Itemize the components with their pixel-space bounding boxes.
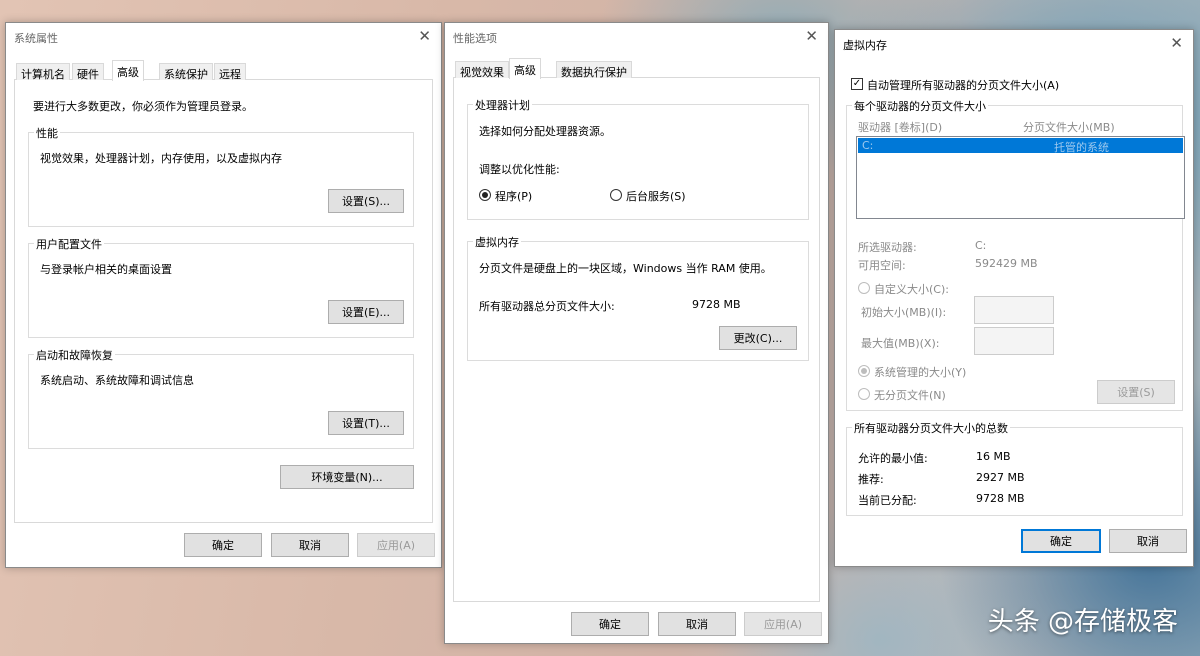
close-icon[interactable]: ✕: [805, 27, 818, 45]
currently-allocated-value: 9728 MB: [976, 492, 1025, 505]
processor-scheduling-label: 处理器计划: [473, 97, 532, 113]
performance-label: 性能: [34, 125, 60, 141]
startup-recovery-settings-button[interactable]: 设置(T)...: [328, 411, 404, 435]
col-size-header: 分页文件大小(MB): [1023, 121, 1115, 134]
startup-recovery-group: 启动和故障恢复 系统启动、系统故障和调试信息 设置(T)...: [28, 347, 414, 449]
tab-visual-effects[interactable]: 视觉效果: [455, 61, 509, 79]
ok-button[interactable]: 确定: [184, 533, 262, 557]
admin-notice: 要进行大多数更改，你必须作为管理员登录。: [33, 100, 253, 113]
cancel-button[interactable]: 取消: [658, 612, 736, 636]
background-services-radio-label[interactable]: 后台服务(S): [626, 188, 686, 204]
title-bar[interactable]: 系统属性 ✕: [6, 23, 441, 51]
performance-desc: 视觉效果，处理器计划，内存使用，以及虚拟内存: [40, 152, 282, 165]
startup-recovery-desc: 系统启动、系统故障和调试信息: [40, 374, 194, 387]
initial-size-label: 初始大小(MB)(I):: [861, 306, 947, 319]
window-title: 虚拟内存: [843, 39, 887, 52]
cancel-button[interactable]: 取消: [1109, 529, 1187, 553]
free-space-value: 592429 MB: [975, 257, 1038, 270]
recommended-label: 推荐:: [858, 473, 884, 486]
adjust-for-label: 调整以优化性能:: [479, 163, 560, 176]
performance-options-window: 性能选项 ✕ 视觉效果 高级 数据执行保护 处理器计划 选择如何分配处理器资源。…: [444, 22, 829, 644]
no-paging-file-label[interactable]: 无分页文件(N): [874, 387, 946, 403]
drive-list-row[interactable]: C: 托管的系统: [858, 138, 1183, 154]
advanced-tab-panel: 要进行大多数更改，你必须作为管理员登录。 性能 视觉效果，处理器计划，内存使用，…: [14, 80, 433, 523]
cancel-button[interactable]: 取消: [271, 533, 349, 557]
total-paging-size-value: 9728 MB: [692, 298, 741, 311]
programs-radio[interactable]: [479, 189, 491, 201]
user-profile-desc: 与登录帐户相关的桌面设置: [40, 263, 172, 276]
virtual-memory-group: 虚拟内存 分页文件是硬盘上的一块区域，Windows 当作 RAM 使用。 所有…: [467, 234, 809, 361]
min-allowed-value: 16 MB: [976, 450, 1011, 463]
tab-strip: 计算机名 硬件 高级 系统保护 远程: [14, 60, 433, 81]
recommended-value: 2927 MB: [976, 471, 1025, 484]
title-bar[interactable]: 性能选项 ✕: [445, 23, 828, 51]
close-icon[interactable]: ✕: [418, 27, 431, 45]
ok-button[interactable]: 确定: [1021, 529, 1101, 553]
title-bar[interactable]: 虚拟内存 ✕: [835, 30, 1193, 58]
tab-data-execution-prevention[interactable]: 数据执行保护: [556, 61, 632, 79]
virtual-memory-window: 虚拟内存 ✕ ✓ 自动管理所有驱动器的分页文件大小(A) 每个驱动器的分页文件大…: [834, 29, 1194, 567]
per-drive-label: 每个驱动器的分页文件大小: [852, 98, 988, 114]
custom-size-label[interactable]: 自定义大小(C):: [874, 281, 949, 297]
processor-scheduling-desc: 选择如何分配处理器资源。: [479, 125, 611, 138]
performance-group: 性能 视觉效果，处理器计划，内存使用，以及虚拟内存 设置(S)...: [28, 125, 414, 227]
background-services-radio[interactable]: [610, 189, 622, 201]
tab-hardware[interactable]: 硬件: [72, 63, 104, 81]
initial-size-input[interactable]: [974, 296, 1054, 324]
virtual-memory-desc: 分页文件是硬盘上的一块区域，Windows 当作 RAM 使用。: [479, 262, 772, 275]
max-size-label: 最大值(MB)(X):: [861, 337, 940, 350]
tab-strip: 视觉效果 高级 数据执行保护: [453, 58, 820, 79]
drive-paging-size: 托管的系统: [1054, 141, 1109, 154]
selected-drive-value: C:: [975, 239, 987, 252]
tab-advanced[interactable]: 高级: [509, 58, 541, 79]
total-paging-group: 所有驱动器分页文件大小的总数 允许的最小值: 16 MB 推荐: 2927 MB…: [846, 420, 1183, 516]
currently-allocated-label: 当前已分配:: [858, 494, 917, 507]
tab-advanced[interactable]: 高级: [112, 60, 144, 81]
system-managed-label[interactable]: 系统管理的大小(Y): [874, 364, 966, 380]
tab-computer-name[interactable]: 计算机名: [16, 63, 70, 81]
set-button[interactable]: 设置(S): [1097, 380, 1175, 404]
min-allowed-label: 允许的最小值:: [858, 452, 928, 465]
advanced-tab-panel: 处理器计划 选择如何分配处理器资源。 调整以优化性能: 程序(P) 后台服务(S…: [453, 78, 820, 602]
per-drive-group: 每个驱动器的分页文件大小 驱动器 [卷标](D) 分页文件大小(MB) C: 托…: [846, 98, 1185, 411]
performance-settings-button[interactable]: 设置(S)...: [328, 189, 404, 213]
environment-variables-button[interactable]: 环境变量(N)...: [280, 465, 414, 489]
processor-scheduling-group: 处理器计划 选择如何分配处理器资源。 调整以优化性能: 程序(P) 后台服务(S…: [467, 97, 809, 220]
drive-list[interactable]: C: 托管的系统: [856, 136, 1185, 219]
window-title: 系统属性: [14, 32, 58, 45]
max-size-input[interactable]: [974, 327, 1054, 355]
window-title: 性能选项: [453, 32, 497, 45]
drive-letter: C:: [862, 139, 874, 152]
total-paging-label: 所有驱动器分页文件大小的总数: [852, 420, 1010, 436]
no-paging-file-radio[interactable]: [858, 388, 870, 400]
apply-button[interactable]: 应用(A): [357, 533, 435, 557]
total-paging-size-label: 所有驱动器总分页文件大小:: [479, 300, 615, 313]
programs-radio-label[interactable]: 程序(P): [495, 188, 532, 204]
startup-recovery-label: 启动和故障恢复: [34, 347, 115, 363]
user-profile-group: 用户配置文件 与登录帐户相关的桌面设置 设置(E)...: [28, 236, 414, 338]
close-icon[interactable]: ✕: [1170, 34, 1183, 52]
change-button[interactable]: 更改(C)...: [719, 326, 797, 350]
free-space-label: 可用空间:: [858, 259, 906, 272]
custom-size-radio[interactable]: [858, 282, 870, 294]
user-profile-settings-button[interactable]: 设置(E)...: [328, 300, 404, 324]
virtual-memory-label: 虚拟内存: [473, 234, 521, 250]
tab-system-protection[interactable]: 系统保护: [159, 63, 213, 81]
tab-remote[interactable]: 远程: [214, 63, 246, 81]
apply-button[interactable]: 应用(A): [744, 612, 822, 636]
watermark: 头条 @存储极客: [987, 607, 1178, 637]
system-managed-radio[interactable]: [858, 365, 870, 377]
auto-manage-checkbox[interactable]: ✓: [851, 78, 863, 90]
system-properties-window: 系统属性 ✕ 计算机名 硬件 高级 系统保护 远程 要进行大多数更改，你必须作为…: [5, 22, 442, 568]
selected-drive-label: 所选驱动器:: [858, 241, 917, 254]
auto-manage-label[interactable]: 自动管理所有驱动器的分页文件大小(A): [867, 77, 1059, 93]
col-drive-header: 驱动器 [卷标](D): [858, 121, 943, 134]
ok-button[interactable]: 确定: [571, 612, 649, 636]
user-profile-label: 用户配置文件: [34, 236, 104, 252]
